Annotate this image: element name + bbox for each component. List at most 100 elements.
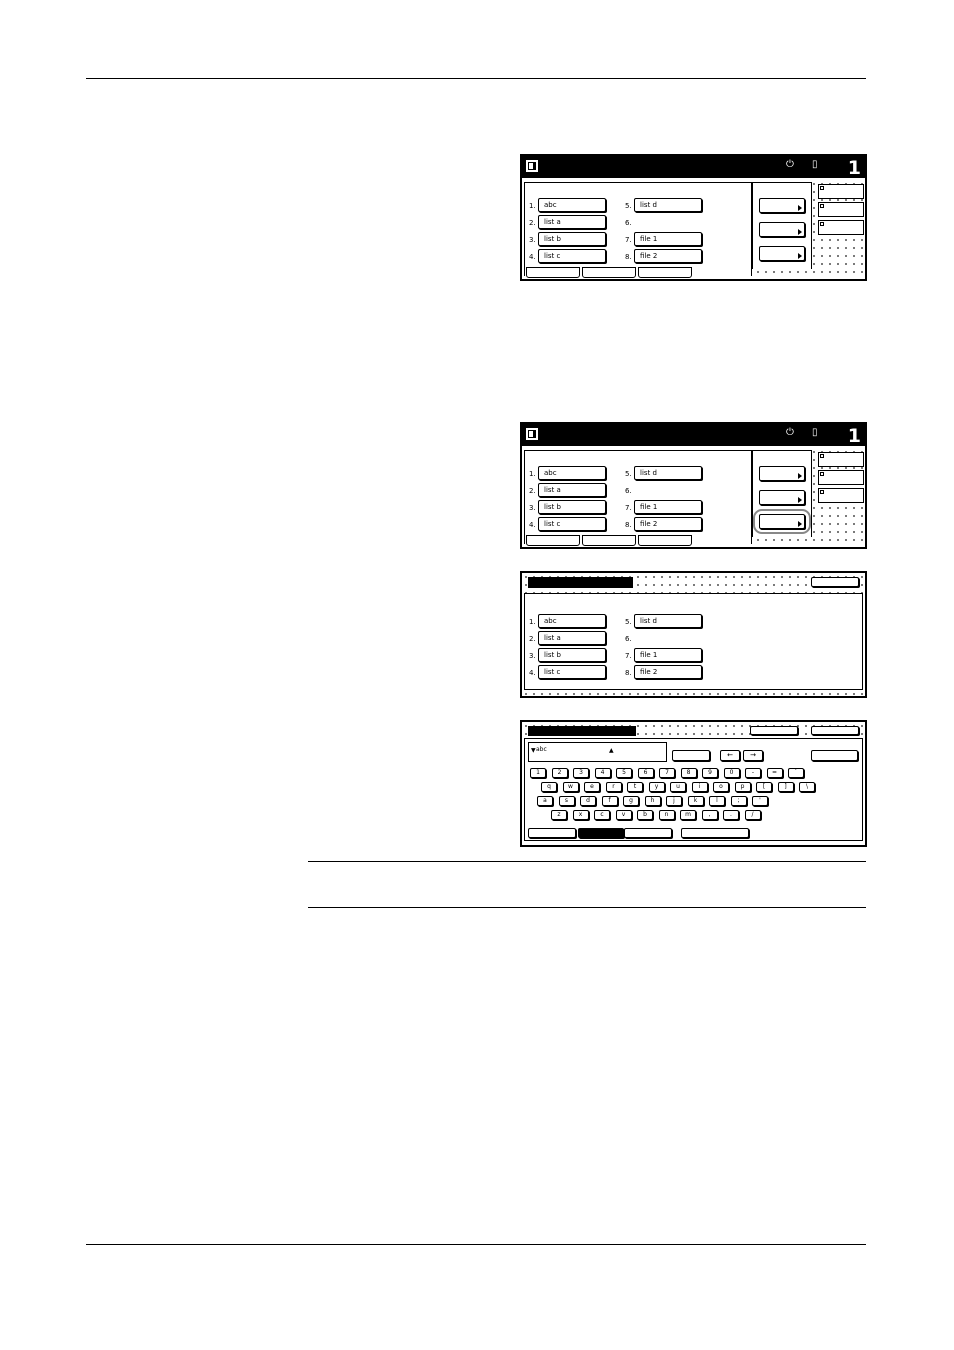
key-row4-2[interactable]: c xyxy=(594,810,610,820)
key-row2-3[interactable]: r xyxy=(605,782,622,792)
cursor-left-button[interactable]: ← xyxy=(720,750,740,761)
alt-mode-button[interactable] xyxy=(624,828,672,838)
key-row1-9[interactable]: 0 xyxy=(723,768,740,778)
key-row4-0[interactable]: z xyxy=(551,810,567,820)
key-row3-1[interactable]: s xyxy=(558,796,575,806)
bottom-tab-1[interactable] xyxy=(526,535,580,546)
key-row2-4[interactable]: t xyxy=(627,782,643,792)
select-box-screen: 1. abc 2. list a 3. list b 4. list c 5. list … xyxy=(520,571,867,698)
key-row1-7[interactable]: 8 xyxy=(680,768,697,778)
key-row2-7[interactable]: i xyxy=(691,782,708,792)
key-row1-12[interactable]: ` xyxy=(788,768,804,778)
key-row2-11[interactable]: ] xyxy=(777,782,794,792)
side-button-2[interactable] xyxy=(759,222,805,237)
space-button[interactable] xyxy=(681,828,749,838)
printer-status-icon: ⏻ xyxy=(786,427,794,438)
key-row4-4[interactable]: b xyxy=(637,810,653,820)
right-tab-2[interactable] xyxy=(818,470,864,485)
bottom-strip xyxy=(522,690,865,696)
key-row3-6[interactable]: j xyxy=(666,796,682,806)
bottom-tab-2[interactable] xyxy=(582,535,636,546)
bottom-tab-3[interactable] xyxy=(638,535,692,546)
footer-rule xyxy=(86,1244,866,1245)
shift-button[interactable] xyxy=(528,828,576,838)
key-row3-10[interactable]: ' xyxy=(752,796,768,806)
key-row2-8[interactable]: o xyxy=(713,782,729,792)
key-row2-10[interactable]: [ xyxy=(756,782,772,792)
copy-count: 1 xyxy=(847,425,861,447)
tab-mark-icon xyxy=(820,186,824,190)
key-row4-3[interactable]: v xyxy=(615,810,632,820)
tab-mark-icon xyxy=(820,472,824,476)
side-button-3[interactable] xyxy=(759,246,805,261)
document-box-screen-1: ⏻ ▯ 1 1. abc 2. list a 3. list b 4. list c 5… xyxy=(520,154,867,281)
backspace-button[interactable] xyxy=(811,750,858,761)
screen-title-bar xyxy=(528,577,633,588)
printer-status-icon: ⏻ xyxy=(786,159,794,170)
tab-mark-icon xyxy=(820,204,824,208)
input-value: abc xyxy=(536,746,547,753)
key-row1-6[interactable]: 7 xyxy=(659,768,675,778)
right-tab-3[interactable] xyxy=(818,488,864,503)
copy-count: 1 xyxy=(847,157,861,179)
key-row4-6[interactable]: m xyxy=(680,810,696,820)
mode-button[interactable] xyxy=(672,750,710,761)
key-row1-11[interactable]: = xyxy=(766,768,783,778)
tab-mark-icon xyxy=(820,222,824,226)
arrow-right-icon xyxy=(798,205,802,211)
top-right-button[interactable] xyxy=(811,577,859,587)
top-button-2[interactable] xyxy=(811,726,859,735)
key-row1-5[interactable]: 6 xyxy=(637,768,654,778)
text-input-field[interactable]: ▼ abc ▲ xyxy=(528,742,667,762)
key-row1-3[interactable]: 4 xyxy=(594,768,611,778)
key-row1-1[interactable]: 2 xyxy=(551,768,568,778)
note-top-rule xyxy=(308,861,866,862)
key-row2-6[interactable]: u xyxy=(670,782,686,792)
bottom-tab-3[interactable] xyxy=(638,267,692,278)
arrow-right-icon xyxy=(798,253,802,259)
key-row2-1[interactable]: w xyxy=(562,782,579,792)
key-row3-5[interactable]: h xyxy=(644,796,661,806)
key-row4-7[interactable]: , xyxy=(701,810,718,820)
key-row3-9[interactable]: ; xyxy=(730,796,747,806)
note-bottom-rule xyxy=(308,907,866,908)
document-icon xyxy=(526,428,538,440)
key-row2-2[interactable]: e xyxy=(584,782,600,792)
key-row4-8[interactable]: . xyxy=(723,810,739,820)
key-row1-4[interactable]: 5 xyxy=(616,768,632,778)
right-tab-2[interactable] xyxy=(818,202,864,217)
key-row4-9[interactable]: / xyxy=(744,810,761,820)
key-row1-2[interactable]: 3 xyxy=(573,768,589,778)
key-row3-8[interactable]: l xyxy=(709,796,725,806)
right-tab-3[interactable] xyxy=(818,220,864,235)
right-tab-1[interactable] xyxy=(818,184,864,199)
arrow-right-icon xyxy=(798,473,802,479)
right-tab-1[interactable] xyxy=(818,452,864,467)
side-button-2[interactable] xyxy=(759,490,805,505)
key-row1-10[interactable]: - xyxy=(745,768,761,778)
side-button-1[interactable] xyxy=(759,198,805,213)
key-row3-7[interactable]: k xyxy=(687,796,704,806)
key-row4-5[interactable]: n xyxy=(658,810,675,820)
key-row3-2[interactable]: d xyxy=(580,796,596,806)
selected-mode-button[interactable] xyxy=(578,828,624,838)
key-row3-3[interactable]: f xyxy=(601,796,618,806)
key-row3-0[interactable]: a xyxy=(537,796,553,806)
key-row2-9[interactable]: p xyxy=(734,782,751,792)
key-row4-1[interactable]: x xyxy=(572,810,589,820)
cursor-right-button[interactable]: → xyxy=(743,750,763,761)
memory-status-icon: ▯ xyxy=(812,427,818,438)
top-button-1[interactable] xyxy=(750,726,798,735)
bottom-tab-2[interactable] xyxy=(582,267,636,278)
side-button-1[interactable] xyxy=(759,466,805,481)
arrow-right-icon xyxy=(798,497,802,503)
key-row2-12[interactable]: \ xyxy=(799,782,815,792)
memory-status-icon: ▯ xyxy=(812,159,818,170)
key-row2-0[interactable]: q xyxy=(541,782,557,792)
input-cursor-icon: ▼ xyxy=(531,747,536,754)
bottom-tab-1[interactable] xyxy=(526,267,580,278)
key-row3-4[interactable]: g xyxy=(623,796,639,806)
key-row1-8[interactable]: 9 xyxy=(702,768,718,778)
key-row1-0[interactable]: 1 xyxy=(530,768,546,778)
key-row2-5[interactable]: y xyxy=(648,782,665,792)
